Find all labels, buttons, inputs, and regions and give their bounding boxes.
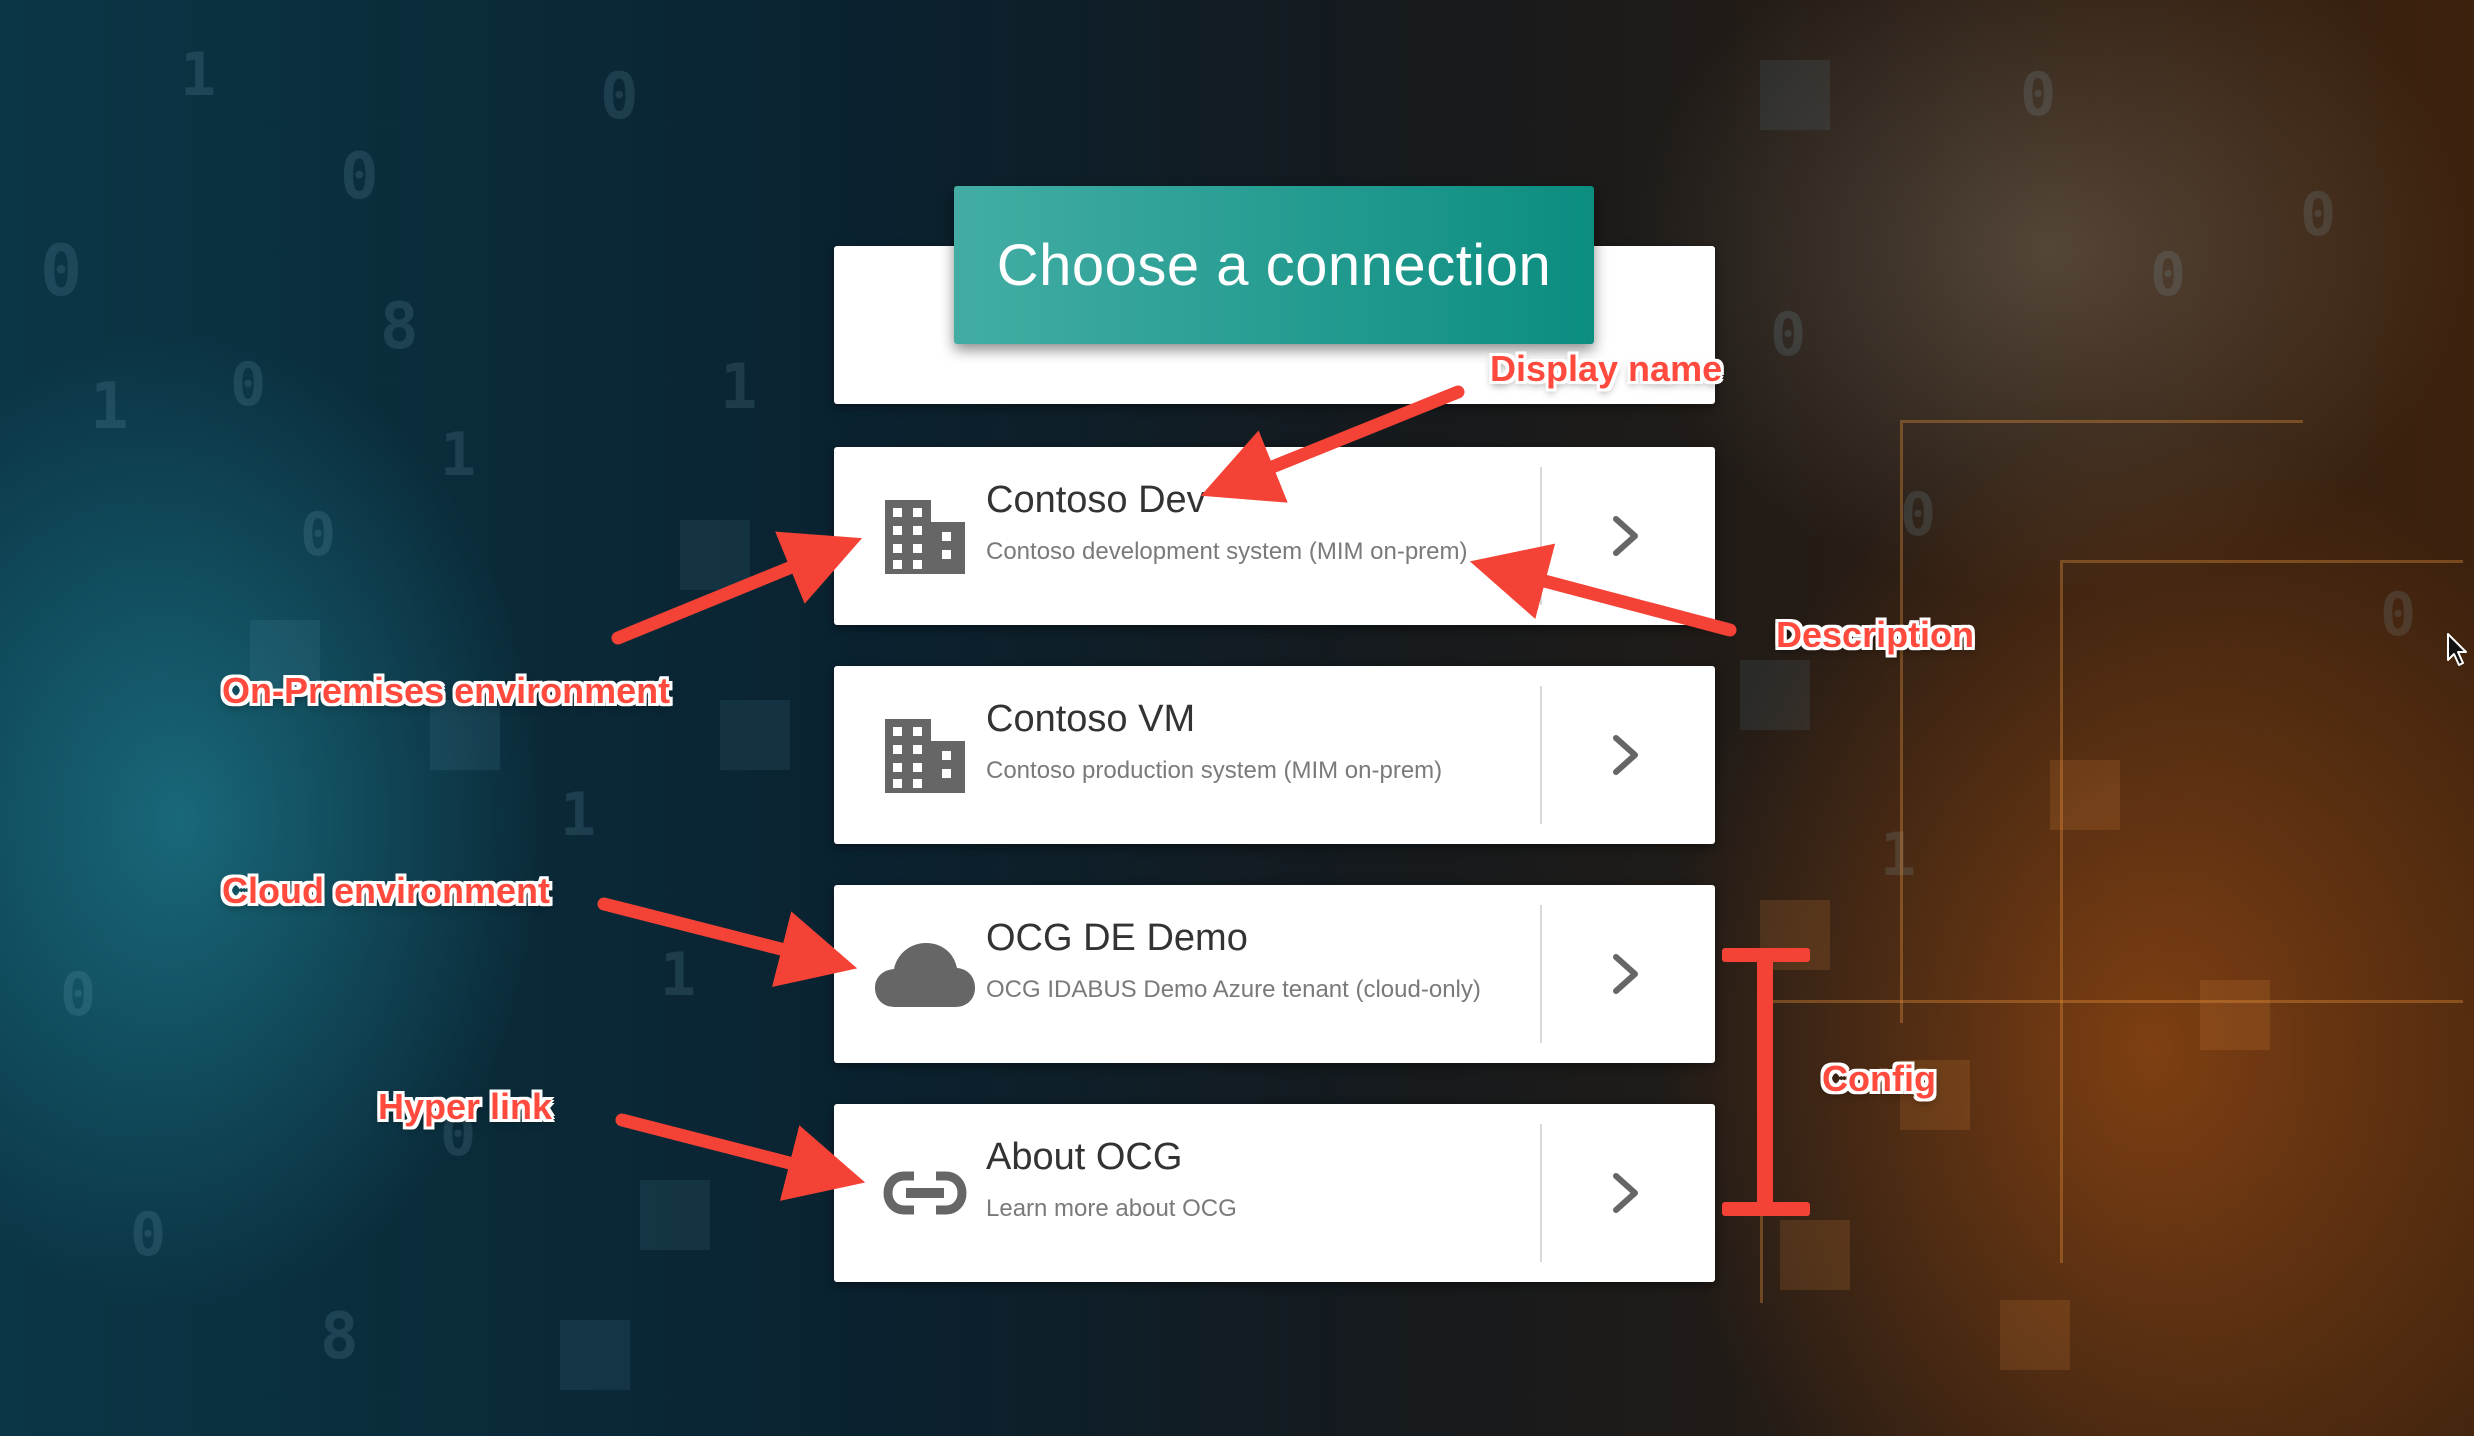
connection-item-about-ocg[interactable]: About OCG Learn more about OCG: [834, 1104, 1715, 1282]
chevron-right-icon[interactable]: [1586, 1156, 1666, 1230]
connection-name: Contoso VM: [986, 698, 1196, 740]
divider: [1540, 1124, 1542, 1262]
annotation-on-premises: On-Premises environment: [222, 670, 671, 711]
connection-item-contoso-dev[interactable]: Contoso Dev Contoso development system (…: [834, 447, 1715, 625]
cloud-icon: [870, 919, 980, 1029]
building-icon: [870, 481, 980, 591]
connection-description: Learn more about OCG: [986, 1195, 1237, 1222]
building-icon: [870, 700, 980, 810]
connection-description: Contoso development system (MIM on-prem): [986, 538, 1468, 565]
connection-description: OCG IDABUS Demo Azure tenant (cloud-only…: [986, 976, 1481, 1003]
chevron-right-icon[interactable]: [1586, 718, 1666, 792]
divider: [1540, 686, 1542, 824]
connection-item-ocg-de-demo[interactable]: OCG DE Demo OCG IDABUS Demo Azure tenant…: [834, 885, 1715, 1063]
mouse-cursor-icon: [2446, 632, 2470, 673]
connection-name: About OCG: [986, 1136, 1183, 1178]
link-icon: [870, 1138, 980, 1248]
connection-name: OCG DE Demo: [986, 917, 1248, 959]
chevron-right-icon[interactable]: [1586, 499, 1666, 573]
connection-name: Contoso Dev: [986, 479, 1206, 521]
connection-description: Contoso production system (MIM on-prem): [986, 757, 1443, 784]
chevron-right-icon[interactable]: [1586, 937, 1666, 1011]
divider: [1540, 905, 1542, 1043]
annotation-display-name: Display name: [1490, 348, 1723, 389]
divider: [1540, 467, 1542, 605]
annotation-description: Description: [1776, 614, 1975, 655]
annotation-config: Config: [1822, 1058, 1936, 1099]
connection-item-contoso-vm[interactable]: Contoso VM Contoso production system (MI…: [834, 666, 1715, 844]
annotation-hyper-link: Hyper link: [378, 1086, 553, 1127]
annotation-cloud: Cloud environment: [222, 870, 551, 911]
page-title: Choose a connection: [954, 186, 1594, 344]
